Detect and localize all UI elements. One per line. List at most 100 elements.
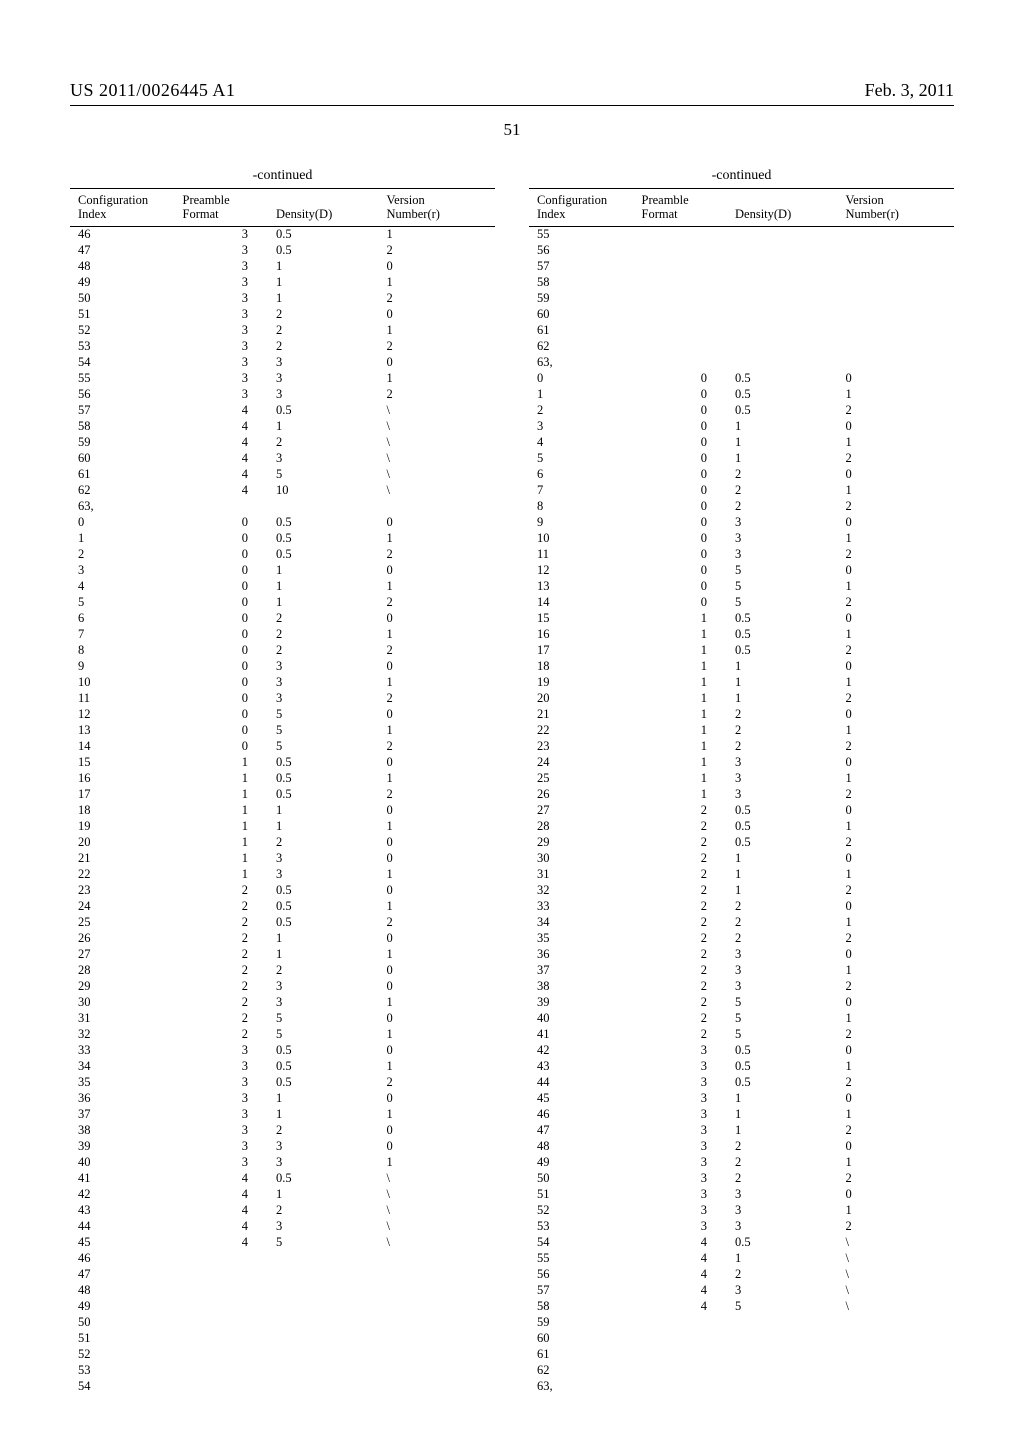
table-cell: 0	[844, 755, 955, 771]
table-cell	[640, 259, 734, 275]
table-cell: 0	[181, 563, 275, 579]
table-cell: 0	[385, 1043, 496, 1059]
table-cell: 4	[529, 435, 640, 451]
table-cell: 63,	[529, 355, 640, 371]
table-cell: 1	[844, 771, 955, 787]
table-cell: 32	[70, 1027, 181, 1043]
table-cell: 0.5	[274, 547, 385, 563]
table-cell: 60	[529, 1331, 640, 1347]
table-cell: 0	[844, 995, 955, 1011]
table-cell: 4	[640, 1267, 734, 1283]
table-cell: 0	[385, 1091, 496, 1107]
table-row: 48310	[70, 259, 495, 275]
table-cell: 12	[70, 707, 181, 723]
table-cell: 4	[181, 483, 275, 499]
table-row: 3010	[529, 419, 954, 435]
table-row: 62	[529, 1363, 954, 1379]
table-cell: 34	[529, 915, 640, 931]
table-cell: 1	[385, 323, 496, 339]
table-cell: 1	[385, 995, 496, 1011]
table-cell: 1	[844, 1203, 955, 1219]
table-cell: 0.5	[274, 515, 385, 531]
table-row: 24130	[529, 755, 954, 771]
table-header-row: Configuration Index Preamble Format Dens…	[70, 189, 495, 227]
table-cell: 58	[70, 419, 181, 435]
table-cell: 2	[274, 627, 385, 643]
table-cell: 2	[274, 611, 385, 627]
table-cell: 5	[274, 1235, 385, 1251]
table-row: 4342\	[70, 1203, 495, 1219]
table-cell: 1	[274, 1091, 385, 1107]
table-cell: 53	[529, 1219, 640, 1235]
table-cell: 56	[529, 243, 640, 259]
table-row: 51	[70, 1331, 495, 1347]
table-row: 48	[70, 1283, 495, 1299]
table-cell: 1	[385, 627, 496, 643]
table-cell: 2	[640, 1027, 734, 1043]
table-row: 59	[529, 1315, 954, 1331]
table-cell: 39	[529, 995, 640, 1011]
table-row: 6145\	[70, 467, 495, 483]
table-cell: 2	[733, 1171, 844, 1187]
table-cell: 2	[640, 851, 734, 867]
table-cell: 35	[529, 931, 640, 947]
table-row: 50	[70, 1315, 495, 1331]
table-cell: 3	[181, 1123, 275, 1139]
table-row: 14052	[70, 739, 495, 755]
table-cell	[733, 355, 844, 371]
table-row: 63,	[529, 1379, 954, 1395]
table-cell: 0.5	[274, 915, 385, 931]
table-cell: 0	[385, 803, 496, 819]
table-row: 5642\	[529, 1267, 954, 1283]
table-cell: 0	[844, 1091, 955, 1107]
table-row: 33220	[529, 899, 954, 915]
table-cell: 43	[529, 1059, 640, 1075]
table-cell: 2	[385, 291, 496, 307]
table-cell: 2	[274, 307, 385, 323]
table-row: 14052	[529, 595, 954, 611]
table-cell: 3	[733, 963, 844, 979]
table-cell: 48	[529, 1139, 640, 1155]
table-cell	[640, 226, 734, 243]
table-row: 30231	[70, 995, 495, 1011]
table-cell: 2	[844, 787, 955, 803]
table-cell: 0	[640, 547, 734, 563]
table-cell: 2	[181, 979, 275, 995]
table-cell: 1	[274, 259, 385, 275]
table-cell: 58	[529, 275, 640, 291]
table-cell	[181, 1363, 275, 1379]
table-cell: 1	[844, 819, 955, 835]
table-cell: 0.5	[733, 803, 844, 819]
table-cell	[385, 1347, 496, 1363]
table-cell: 3	[640, 1043, 734, 1059]
table-cell: 31	[70, 1011, 181, 1027]
table-row: 61	[529, 1347, 954, 1363]
table-cell: 2	[385, 595, 496, 611]
table-cell: 0	[181, 611, 275, 627]
table-row: 53322	[70, 339, 495, 355]
table-cell: 0.5	[274, 226, 385, 243]
table-cell: 1	[640, 707, 734, 723]
table-cell: 2	[733, 899, 844, 915]
table-cell: 3	[181, 1139, 275, 1155]
table-cell: 1	[733, 851, 844, 867]
table-row: 32212	[529, 883, 954, 899]
table-cell: 10	[70, 675, 181, 691]
table-cell: 18	[70, 803, 181, 819]
table-cell: 1	[274, 819, 385, 835]
table-cell: 4	[640, 1235, 734, 1251]
table-cell	[844, 275, 955, 291]
table-cell	[640, 1347, 734, 1363]
table-row: 5740.5\	[70, 403, 495, 419]
table-cell: 0	[844, 947, 955, 963]
table-row: 6020	[529, 467, 954, 483]
table-row: 100.51	[70, 531, 495, 547]
table-row: 2720.50	[529, 803, 954, 819]
table-cell: 50	[529, 1171, 640, 1187]
table-cell: 0	[385, 851, 496, 867]
table-cell: 0.5	[733, 835, 844, 851]
table-cell: 2	[844, 1171, 955, 1187]
table-cell: 62	[529, 1363, 640, 1379]
table-cell: 3	[640, 1203, 734, 1219]
table-cell: 0.5	[274, 899, 385, 915]
